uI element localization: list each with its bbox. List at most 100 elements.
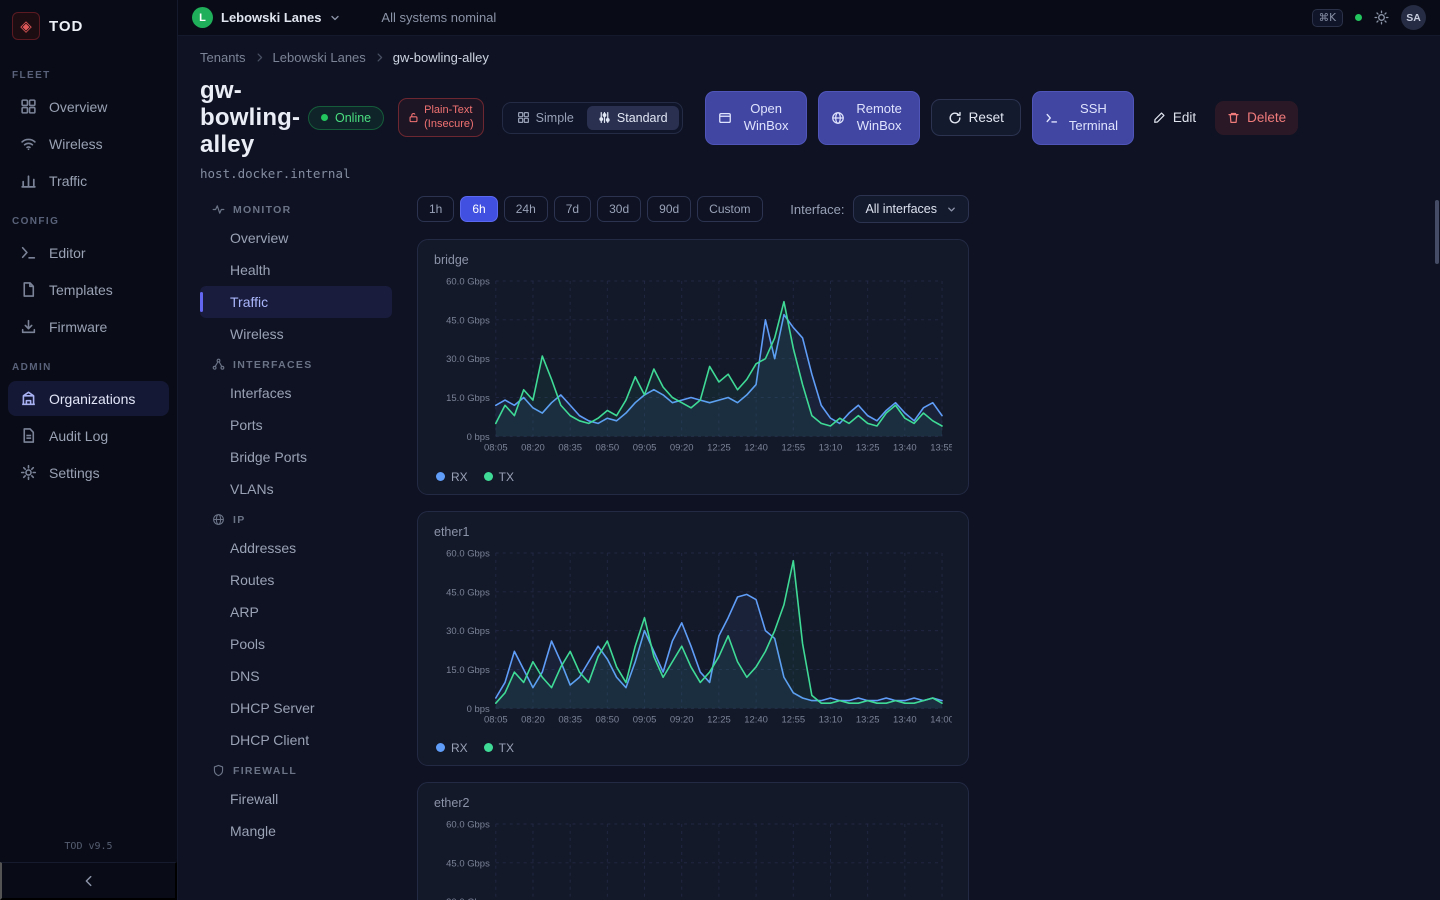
range-24h-button[interactable]: 24h xyxy=(504,196,548,222)
download-icon xyxy=(20,318,37,335)
chart-title: ether2 xyxy=(434,796,952,810)
section-label: ADMIN xyxy=(0,362,177,373)
subnav-item-vlans[interactable]: VLANs xyxy=(200,473,392,505)
range-7d-button[interactable]: 7d xyxy=(554,196,591,222)
delete-button[interactable]: Delete xyxy=(1215,101,1298,135)
range-90d-button[interactable]: 90d xyxy=(647,196,691,222)
globe-icon xyxy=(831,111,845,125)
subnav-item-interfaces[interactable]: Interfaces xyxy=(200,377,392,409)
edit-button[interactable]: Edit xyxy=(1145,102,1204,133)
sidebar-item-label: Organizations xyxy=(49,391,135,407)
view-simple-button[interactable]: Simple xyxy=(506,106,585,130)
sidebar-item-firmware[interactable]: Firmware xyxy=(8,309,169,344)
chart-title: bridge xyxy=(434,253,952,267)
subnav-item-dhcp-server[interactable]: DHCP Server xyxy=(200,692,392,724)
sidebar-item-wireless[interactable]: Wireless xyxy=(8,126,169,161)
interface-select-value: All interfaces xyxy=(865,202,937,216)
subnav-item-overview[interactable]: Overview xyxy=(200,222,392,254)
scrollbar-thumb[interactable] xyxy=(1435,200,1439,264)
subnav-item-mangle[interactable]: Mangle xyxy=(200,815,392,847)
subnav-item-addresses[interactable]: Addresses xyxy=(200,532,392,564)
sidebar-item-overview[interactable]: Overview xyxy=(8,89,169,124)
command-palette-shortcut[interactable]: ⌘K xyxy=(1312,9,1343,27)
breadcrumb-tenants[interactable]: Tenants xyxy=(200,50,246,65)
svg-text:08:05: 08:05 xyxy=(484,443,508,454)
terminal-icon xyxy=(1045,111,1059,125)
breadcrumb-tenant-name[interactable]: Lebowski Lanes xyxy=(273,50,366,65)
svg-text:45.0 Gbps: 45.0 Gbps xyxy=(446,316,490,327)
subnav-item-routes[interactable]: Routes xyxy=(200,564,392,596)
content-body: MONITOR Overview Health Traffic Wireless… xyxy=(200,195,1440,900)
traffic-chart: 0 bps15.0 Gbps30.0 Gbps45.0 Gbps60.0 Gbp… xyxy=(434,814,952,900)
subnav-item-wireless[interactable]: Wireless xyxy=(200,318,392,350)
svg-text:12:40: 12:40 xyxy=(744,443,768,454)
view-standard-button[interactable]: Standard xyxy=(587,106,679,130)
view-standard-label: Standard xyxy=(617,111,668,125)
file-icon xyxy=(20,281,37,298)
tenant-name: Lebowski Lanes xyxy=(221,10,321,25)
user-avatar[interactable]: SA xyxy=(1401,5,1426,30)
interface-filter-label: Interface: xyxy=(790,202,844,217)
grid-icon xyxy=(517,111,530,124)
sidebar-item-settings[interactable]: Settings xyxy=(8,455,169,490)
range-6h-button[interactable]: 6h xyxy=(460,196,497,222)
subnav-item-bridge-ports[interactable]: Bridge Ports xyxy=(200,441,392,473)
sidebar-section-config: CONFIG Editor Templates Firmware xyxy=(0,216,177,346)
ssh-terminal-label: SSH Terminal xyxy=(1066,101,1121,135)
sidebar-section-admin: ADMIN Organizations Audit Log Settings xyxy=(0,362,177,492)
sidebar-item-label: Firmware xyxy=(49,319,107,335)
open-winbox-button[interactable]: Open WinBox xyxy=(705,91,807,145)
sidebar-collapse-button[interactable] xyxy=(0,862,177,900)
sliders-icon xyxy=(598,111,611,124)
interface-filter: Interface: All interfaces xyxy=(790,195,969,223)
interface-select[interactable]: All interfaces xyxy=(853,195,969,223)
range-custom-button[interactable]: Custom xyxy=(697,196,762,222)
remote-winbox-button[interactable]: Remote WinBox xyxy=(818,91,920,145)
subnav-item-arp[interactable]: ARP xyxy=(200,596,392,628)
sidebar-item-editor[interactable]: Editor xyxy=(8,235,169,270)
range-30d-button[interactable]: 30d xyxy=(597,196,641,222)
delete-label: Delete xyxy=(1247,110,1286,125)
sidebar-item-audit-log[interactable]: Audit Log xyxy=(8,418,169,453)
svg-text:08:20: 08:20 xyxy=(521,443,545,454)
warning-label: Plain-Text (Insecure) xyxy=(424,104,474,132)
device-host: host.docker.internal xyxy=(200,166,1440,181)
page-title: gw-bowling-alley xyxy=(200,77,300,158)
subnav-item-ports[interactable]: Ports xyxy=(200,409,392,441)
sidebar-item-label: Overview xyxy=(49,99,107,115)
theme-toggle-button[interactable] xyxy=(1374,10,1389,25)
sidebar-item-organizations[interactable]: Organizations xyxy=(8,381,169,416)
ssh-terminal-button[interactable]: SSH Terminal xyxy=(1032,91,1134,145)
legend-rx: RX xyxy=(436,741,468,755)
device-subnav: MONITOR Overview Health Traffic Wireless… xyxy=(200,195,392,847)
sidebar-item-traffic[interactable]: Traffic xyxy=(8,163,169,198)
breadcrumb-device: gw-bowling-alley xyxy=(393,50,489,65)
subnav-item-traffic[interactable]: Traffic xyxy=(200,286,392,318)
breadcrumb: Tenants Lebowski Lanes gw-bowling-alley xyxy=(200,50,1440,65)
subnav-section-monitor: MONITOR xyxy=(200,195,392,222)
subnav-item-dhcp-client[interactable]: DHCP Client xyxy=(200,724,392,756)
edit-label: Edit xyxy=(1173,110,1196,125)
subnav-item-health[interactable]: Health xyxy=(200,254,392,286)
gear-icon xyxy=(20,464,37,481)
rx-dot-icon xyxy=(436,743,445,752)
sidebar-item-templates[interactable]: Templates xyxy=(8,272,169,307)
sidebar-item-label: Traffic xyxy=(49,173,87,189)
chart-legend: RX TX xyxy=(434,470,952,484)
topbar-right: ⌘K SA xyxy=(1312,5,1426,30)
reset-button[interactable]: Reset xyxy=(931,99,1021,136)
range-1h-button[interactable]: 1h xyxy=(417,196,454,222)
subnav-item-pools[interactable]: Pools xyxy=(200,628,392,660)
svg-text:12:40: 12:40 xyxy=(744,714,768,725)
svg-text:08:50: 08:50 xyxy=(596,714,620,725)
svg-text:45.0 Gbps: 45.0 Gbps xyxy=(446,587,490,598)
svg-text:08:35: 08:35 xyxy=(558,443,582,454)
chart-card-ether1: ether1 0 bps15.0 Gbps30.0 Gbps45.0 Gbps6… xyxy=(417,511,969,766)
window-icon xyxy=(718,111,732,125)
app-sidebar: ◈ TOD FLEET Overview Wireless Traffic CO… xyxy=(0,0,178,900)
device-header: gw-bowling-alley Online Plain-Text (Inse… xyxy=(200,77,1440,158)
subnav-item-dns[interactable]: DNS xyxy=(200,660,392,692)
tenant-switcher[interactable]: L Lebowski Lanes xyxy=(192,7,341,28)
view-simple-label: Simple xyxy=(536,111,574,125)
subnav-item-firewall[interactable]: Firewall xyxy=(200,783,392,815)
